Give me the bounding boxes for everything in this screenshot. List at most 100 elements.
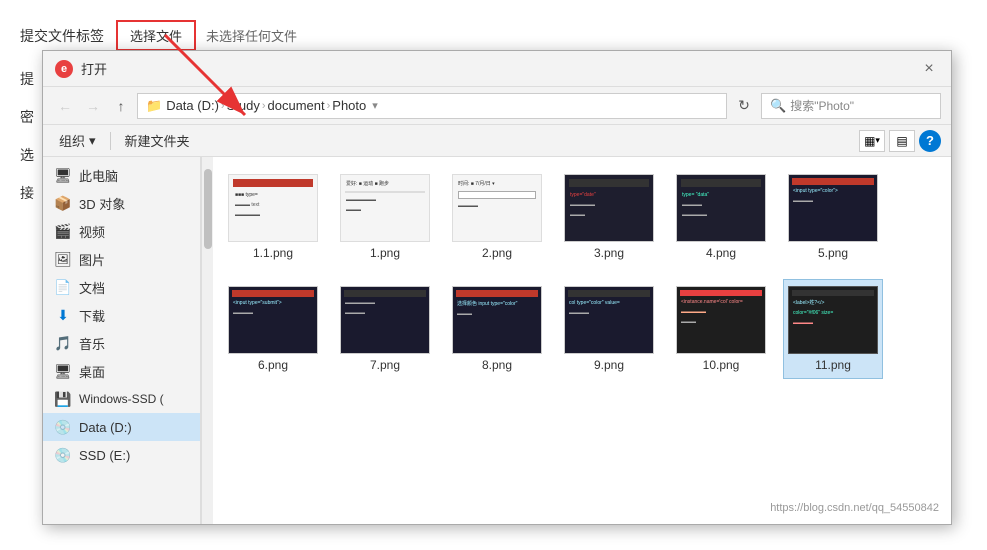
address-part-drive: Data (D:) <box>146 98 219 114</box>
organize-arrow: ▾ <box>89 133 96 149</box>
file-grid-area: ■■■ type= ▬▬▬ text ▬▬▬▬▬ 1.1.png 爱好: ■ 运… <box>213 157 951 524</box>
sidebar-item-pictures[interactable]: 🖼 图片 <box>43 245 200 273</box>
file-open-dialog: e 打开 × ← → ↑ Data (D:) › Study › documen… <box>42 50 952 525</box>
desktop-icon: 🖥 <box>55 363 71 379</box>
sidebar-item-videos[interactable]: 🎬 视频 <box>43 217 200 245</box>
file-thumbnail-4: type= "data" ▬▬▬▬ ▬▬▬▬▬ <box>676 174 766 242</box>
sidebar-item-label-downloads: 下载 <box>79 306 105 325</box>
sidebar-scrollbar-thumb <box>204 169 212 249</box>
forward-button[interactable]: → <box>81 94 105 118</box>
windows-ssd-icon: 💾 <box>55 391 71 407</box>
pictures-icon: 🖼 <box>55 251 71 267</box>
choose-file-button[interactable]: 选择文件 <box>116 20 196 51</box>
sidebar-item-label-ssd-e: SSD (E:) <box>79 448 130 463</box>
dialog-close-button[interactable]: × <box>919 59 939 79</box>
file-item-9-png[interactable]: col type="color" value= ▬▬▬▬ 9.png <box>559 279 659 379</box>
dialog-addressbar: ← → ↑ Data (D:) › Study › document › Pho… <box>43 87 951 125</box>
address-part-study: Study <box>227 98 260 113</box>
sidebar-item-label-data-d: Data (D:) <box>79 420 132 435</box>
sidebar-item-ssd-e[interactable]: 💿 SSD (E:) <box>43 441 200 469</box>
ssd-e-icon: 💿 <box>55 447 71 463</box>
dialog-titlebar: e 打开 × <box>43 51 951 87</box>
pane-toggle-button[interactable]: ▤ <box>889 130 915 152</box>
back-button[interactable]: ← <box>53 94 77 118</box>
watermark: https://blog.csdn.net/qq_54550842 <box>770 502 939 514</box>
sidebar-item-windows-ssd[interactable]: 💾 Windows-SSD ( <box>43 385 200 413</box>
row4-label: 选 <box>20 145 34 165</box>
view-toggle-button[interactable]: ▦ ▾ <box>859 130 885 152</box>
file-item-3-png[interactable]: type="date" ▬▬▬▬▬ ▬▬▬ 3.png <box>559 167 659 267</box>
music-icon: 🎵 <box>55 335 71 351</box>
file-name-1-1-png: 1.1.png <box>253 246 293 260</box>
file-name-11-png: 11.png <box>815 358 851 372</box>
file-item-10-png[interactable]: <instance.name='col' color= ▬▬▬▬▬ ▬▬▬ 10… <box>671 279 771 379</box>
submit-label: 提交文件标签 <box>20 26 104 46</box>
address-box[interactable]: Data (D:) › Study › document › Photo ▾ <box>137 93 727 119</box>
address-dropdown-arrow: ▾ <box>372 99 378 112</box>
address-part-document: document <box>268 98 325 113</box>
file-item-11-png[interactable]: <label>姓?</> color="#f06" size= ▬▬▬▬ 11.… <box>783 279 883 379</box>
sidebar-item-desktop[interactable]: 🖥 桌面 <box>43 357 200 385</box>
file-item-1-png[interactable]: 爱好: ■ 运动 ■ 跑步 ▬▬▬▬▬▬ ▬▬▬ 1.png <box>335 167 435 267</box>
files-grid: ■■■ type= ▬▬▬ text ▬▬▬▬▬ 1.1.png 爱好: ■ 运… <box>223 167 941 379</box>
sidebar-item-label-pictures: 图片 <box>79 250 105 269</box>
file-item-8-png[interactable]: 选择颜色 input type="color" ▬▬▬ 8.png <box>447 279 547 379</box>
sidebar-item-label-desktop: 桌面 <box>79 362 105 381</box>
sidebar-item-documents[interactable]: 📄 文档 <box>43 273 200 301</box>
downloads-icon: ⬇ <box>55 307 71 323</box>
refresh-button[interactable]: ↻ <box>731 93 757 119</box>
documents-icon: 📄 <box>55 279 71 295</box>
file-name-2-png: 2.png <box>482 246 512 260</box>
file-item-7-png[interactable]: ▬▬▬▬▬▬ ▬▬▬▬ 7.png <box>335 279 435 379</box>
view-icon: ▦ <box>864 134 875 148</box>
help-button[interactable]: ? <box>919 130 941 152</box>
file-item-1-1-png[interactable]: ■■■ type= ▬▬▬ text ▬▬▬▬▬ 1.1.png <box>223 167 323 267</box>
file-thumbnail-3: type="date" ▬▬▬▬▬ ▬▬▬ <box>564 174 654 242</box>
sidebar-item-music[interactable]: 🎵 音乐 <box>43 329 200 357</box>
file-name-5-png: 5.png <box>818 246 848 260</box>
sidebar-item-downloads[interactable]: ⬇ 下载 <box>43 301 200 329</box>
file-item-2-png[interactable]: 时间: ■ 7/月/日 ▾ ▬▬▬▬ 2.png <box>447 167 547 267</box>
file-thumbnail-9: col type="color" value= ▬▬▬▬ <box>564 286 654 354</box>
up-button[interactable]: ↑ <box>109 94 133 118</box>
toolbar-right: ▦ ▾ ▤ ? <box>859 130 941 152</box>
sidebar-item-3d-objects[interactable]: 📦 3D 对象 <box>43 189 200 217</box>
row3-label: 密 <box>20 107 34 127</box>
file-name-7-png: 7.png <box>370 358 400 372</box>
search-icon: 🔍 <box>770 98 786 114</box>
sidebar: 🖥 此电脑 📦 3D 对象 🎬 视频 🖼 图片 📄 文档 <box>43 157 201 524</box>
file-thumbnail-8: 选择颜色 input type="color" ▬▬▬ <box>452 286 542 354</box>
view-arrow: ▾ <box>875 135 880 146</box>
sidebar-item-label-windows-ssd: Windows-SSD ( <box>79 392 164 406</box>
file-thumbnail-5: <input type="color"> ▬▬▬▬ <box>788 174 878 242</box>
file-name-6-png: 6.png <box>258 358 288 372</box>
sidebar-item-this-pc[interactable]: 🖥 此电脑 <box>43 161 200 189</box>
pane-icon: ▤ <box>896 134 907 148</box>
dialog-main-content: 🖥 此电脑 📦 3D 对象 🎬 视频 🖼 图片 📄 文档 <box>43 157 951 524</box>
file-name-1-png: 1.png <box>370 246 400 260</box>
sidebar-item-label-documents: 文档 <box>79 278 105 297</box>
sidebar-scrollbar[interactable] <box>201 157 213 524</box>
organize-button[interactable]: 组织 ▾ <box>53 129 102 152</box>
no-file-text: 未选择任何文件 <box>206 26 297 45</box>
sidebar-item-label-this-pc: 此电脑 <box>79 166 118 185</box>
videos-icon: 🎬 <box>55 223 71 239</box>
search-placeholder: 搜索"Photo" <box>790 97 854 114</box>
toolbar-separator <box>110 132 111 150</box>
file-name-3-png: 3.png <box>594 246 624 260</box>
search-box[interactable]: 🔍 搜索"Photo" <box>761 93 941 119</box>
organize-label: 组织 <box>59 131 85 150</box>
row-submit-file: 提交文件标签 选择文件 未选择任何文件 <box>20 20 967 51</box>
file-name-8-png: 8.png <box>482 358 512 372</box>
file-item-6-png[interactable]: <input type="submit"> ▬▬▬▬ 6.png <box>223 279 323 379</box>
3d-objects-icon: 📦 <box>55 195 71 211</box>
file-thumbnail-10: <instance.name='col' color= ▬▬▬▬▬ ▬▬▬ <box>676 286 766 354</box>
sidebar-item-data-d[interactable]: 💿 Data (D:) <box>43 413 200 441</box>
data-d-icon: 💿 <box>55 419 71 435</box>
sidebar-wrapper: 🖥 此电脑 📦 3D 对象 🎬 视频 🖼 图片 📄 文档 <box>43 157 213 524</box>
new-folder-button[interactable]: 新建文件夹 <box>119 129 196 152</box>
sidebar-item-label-videos: 视频 <box>79 222 105 241</box>
file-item-5-png[interactable]: <input type="color"> ▬▬▬▬ 5.png <box>783 167 883 267</box>
file-item-4-png[interactable]: type= "data" ▬▬▬▬ ▬▬▬▬▬ 4.png <box>671 167 771 267</box>
file-name-4-png: 4.png <box>706 246 736 260</box>
